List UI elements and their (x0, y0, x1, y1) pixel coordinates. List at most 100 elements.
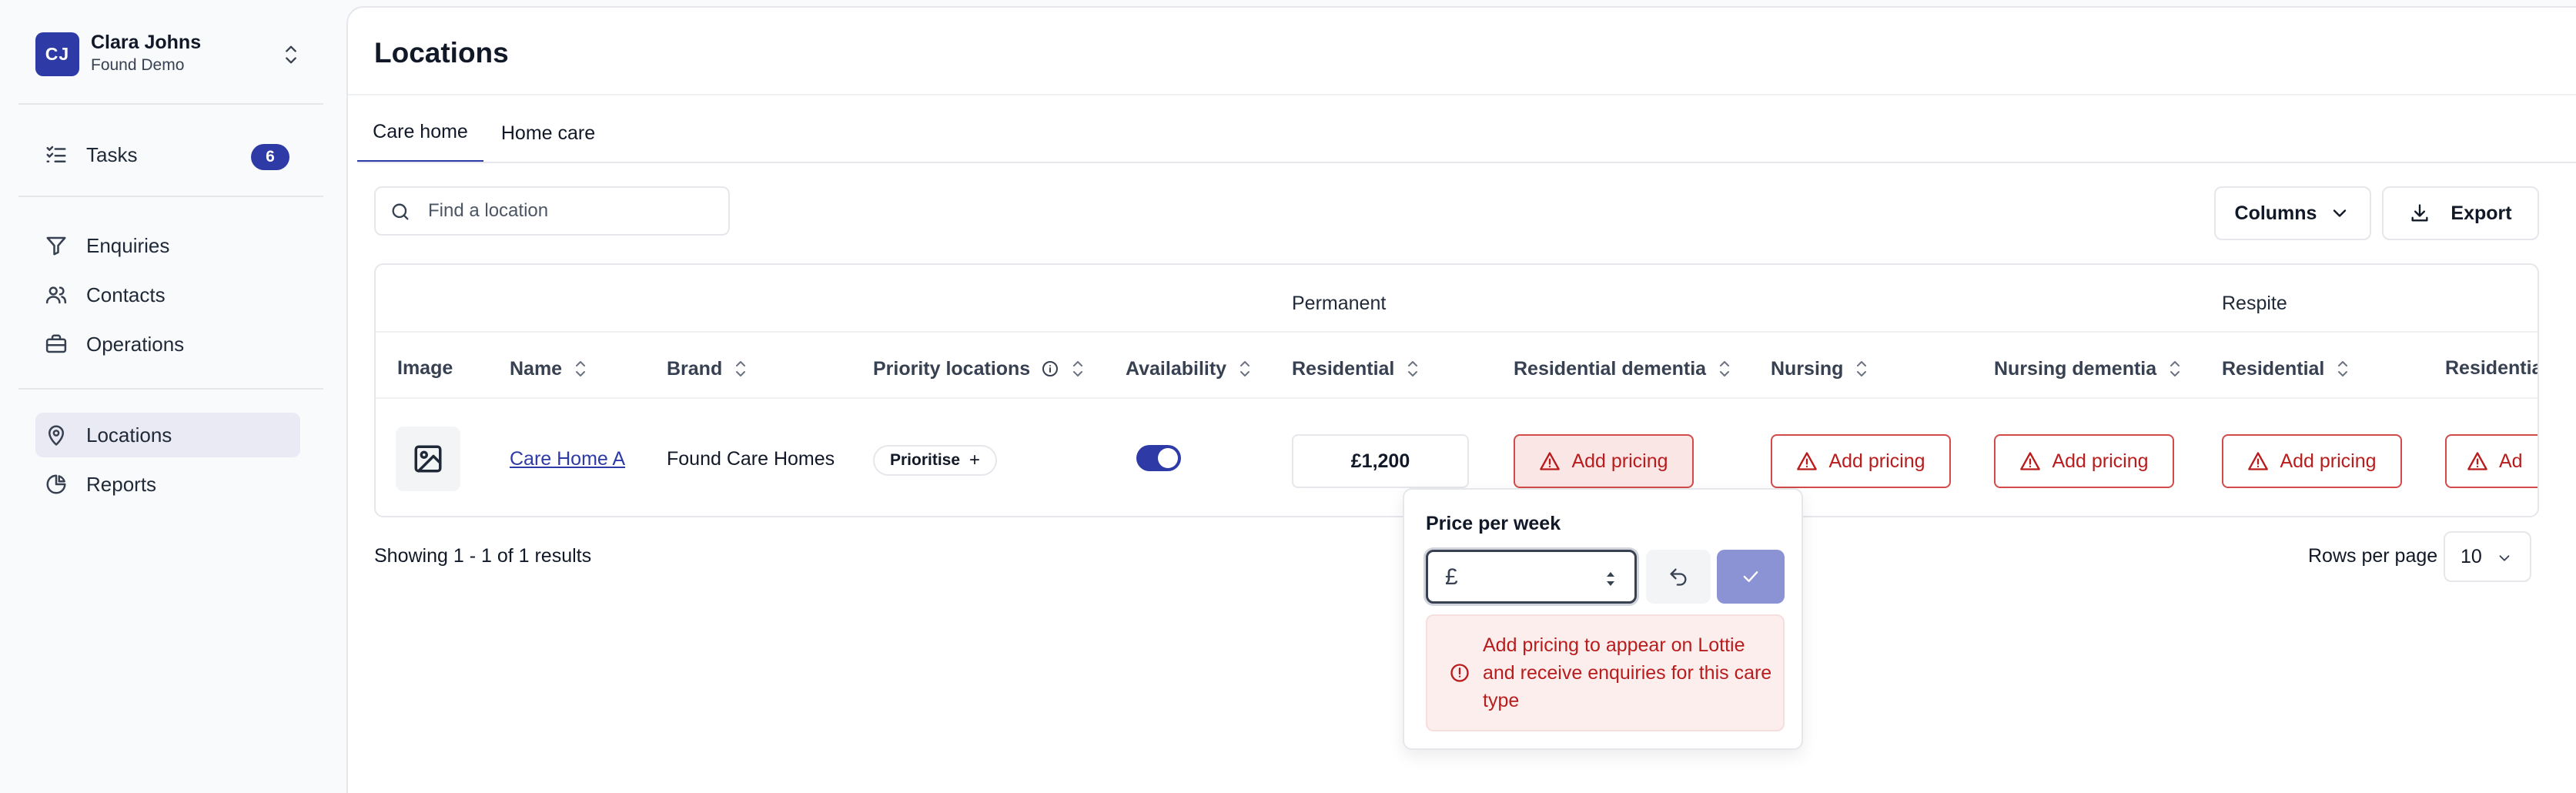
export-button-label: Export (2451, 202, 2512, 224)
sort-icon (1408, 361, 1418, 376)
column-header-availability[interactable]: Availability (1126, 357, 1253, 380)
sidebar-divider (18, 388, 323, 390)
column-header-nursing[interactable]: Nursing (1771, 357, 1869, 380)
location-search[interactable] (374, 186, 730, 236)
prioritise-label: Prioritise (890, 451, 961, 469)
column-header-priority[interactable]: Priority locations (873, 357, 1086, 380)
info-icon (1042, 361, 1059, 376)
user-org: Found Demo (91, 56, 185, 74)
chevron-down-icon (2329, 202, 2350, 224)
sidebar-divider (18, 196, 323, 197)
add-pricing-residential-dementia[interactable]: Add pricing (1514, 434, 1694, 488)
locations-table: Permanent Respite Image Name Brand Prior… (374, 263, 2539, 517)
download-icon (2409, 202, 2430, 224)
column-header-name[interactable]: Name (510, 357, 588, 380)
sidebar-item-label: Reports (86, 472, 157, 496)
popover-title: Price per week (1426, 513, 1561, 534)
sidebar-item-label: Enquiries (86, 233, 170, 257)
columns-button-label: Columns (2234, 202, 2317, 224)
sort-icon (1857, 361, 1867, 376)
rows-per-page-value: 10 (2461, 545, 2482, 567)
column-header-respite-residential-dementia[interactable]: Residentia (2445, 357, 2538, 380)
plus-icon: + (969, 450, 981, 470)
row-divider (376, 397, 2538, 399)
search-input[interactable] (428, 196, 721, 226)
results-summary: Showing 1 - 1 of 1 results (374, 545, 592, 567)
sort-icon (2170, 361, 2180, 376)
chevron-up-down-icon (280, 42, 302, 67)
add-pricing-nursing[interactable]: Add pricing (1771, 434, 1951, 488)
undo-button[interactable] (1646, 550, 1711, 604)
price-input[interactable]: £ (1426, 550, 1637, 604)
residential-price-cell[interactable]: £1,200 (1292, 434, 1469, 488)
warning-triangle-icon (1797, 452, 1818, 470)
group-header-permanent: Permanent (1292, 293, 1387, 314)
add-pricing-nursing-dementia[interactable]: Add pricing (1994, 434, 2174, 488)
sidebar-divider (18, 103, 323, 105)
sidebar-item-operations[interactable]: Operations (35, 322, 300, 366)
header-divider (348, 94, 2576, 95)
tabs-divider (357, 162, 2576, 163)
availability-toggle[interactable] (1136, 445, 1181, 471)
check-icon (1743, 571, 1758, 582)
warning-triangle-icon (2467, 452, 2487, 470)
filter-icon (45, 234, 86, 257)
tasks-count-badge: 6 (251, 144, 289, 170)
warning-triangle-icon (1540, 452, 1561, 470)
columns-button[interactable]: Columns (2214, 186, 2371, 240)
add-pricing-respite-residential-dementia[interactable]: Ad (2445, 434, 2538, 488)
sidebar-item-locations[interactable]: Locations (35, 413, 300, 457)
location-brand: Found Care Homes (667, 448, 835, 470)
add-pricing-respite-residential[interactable]: Add pricing (2222, 434, 2402, 488)
rows-per-page-label: Rows per page (2308, 545, 2438, 567)
sidebar-item-label: Contacts (86, 283, 166, 306)
price-per-week-popover: Price per week £ Add pricing to appear o… (1403, 488, 1803, 750)
pie-chart-icon (45, 473, 86, 496)
map-pin-icon (45, 423, 86, 447)
warning-triangle-icon (2248, 452, 2269, 470)
row-divider (376, 331, 2538, 333)
sidebar-item-tasks[interactable]: Tasks 6 (35, 132, 300, 177)
sidebar-item-label: Locations (86, 423, 172, 447)
tab-home-care[interactable]: Home care (488, 103, 608, 163)
sidebar-item-contacts[interactable]: Contacts (35, 273, 300, 317)
briefcase-icon (45, 333, 86, 356)
pricing-alert: Add pricing to appear on Lottie and rece… (1426, 614, 1785, 731)
rows-per-page-select[interactable]: 10 (2444, 531, 2531, 582)
tab-care-home[interactable]: Care home (357, 103, 483, 163)
sort-icon (1720, 361, 1730, 376)
sidebar-item-label: Tasks (86, 142, 138, 166)
group-header-respite: Respite (2222, 293, 2287, 314)
export-button[interactable]: Export (2382, 186, 2539, 240)
image-icon (414, 445, 442, 473)
alert-circle-icon (1450, 664, 1469, 682)
sort-icon (576, 361, 586, 376)
column-header-respite-residential[interactable]: Residential (2222, 357, 2350, 380)
list-check-icon (45, 143, 86, 166)
avatar: CJ (35, 32, 79, 76)
stepper-icon (1607, 572, 1614, 586)
prioritise-button[interactable]: Prioritise + (873, 445, 998, 476)
sort-icon (736, 361, 746, 376)
warning-triangle-icon (2020, 452, 2041, 470)
sidebar-item-reports[interactable]: Reports (35, 462, 300, 507)
sidebar: CJ Clara Johns Found Demo Tasks 6 Enquir… (0, 0, 345, 793)
user-name: Clara Johns (91, 32, 202, 53)
confirm-button[interactable] (1717, 550, 1785, 604)
location-image-placeholder[interactable] (396, 427, 460, 491)
sort-icon (2338, 361, 2348, 376)
location-name-link[interactable]: Care Home A (510, 448, 625, 470)
column-header-image: Image (397, 357, 453, 379)
sidebar-item-enquiries[interactable]: Enquiries (35, 223, 300, 268)
users-icon (45, 283, 86, 306)
sidebar-item-label: Operations (86, 332, 185, 356)
main-panel: Locations Care home Home care Columns Ex… (346, 6, 2576, 793)
account-switcher[interactable]: CJ Clara Johns Found Demo (35, 31, 309, 79)
column-header-brand[interactable]: Brand (667, 357, 748, 380)
column-header-residential[interactable]: Residential (1292, 357, 1420, 380)
column-header-residential-dementia[interactable]: Residential dementia (1514, 357, 1732, 380)
chevron-down-icon (2499, 555, 2510, 561)
currency-symbol: £ (1445, 564, 1458, 590)
sort-icon (1073, 361, 1083, 376)
column-header-nursing-dementia[interactable]: Nursing dementia (1994, 357, 2183, 380)
